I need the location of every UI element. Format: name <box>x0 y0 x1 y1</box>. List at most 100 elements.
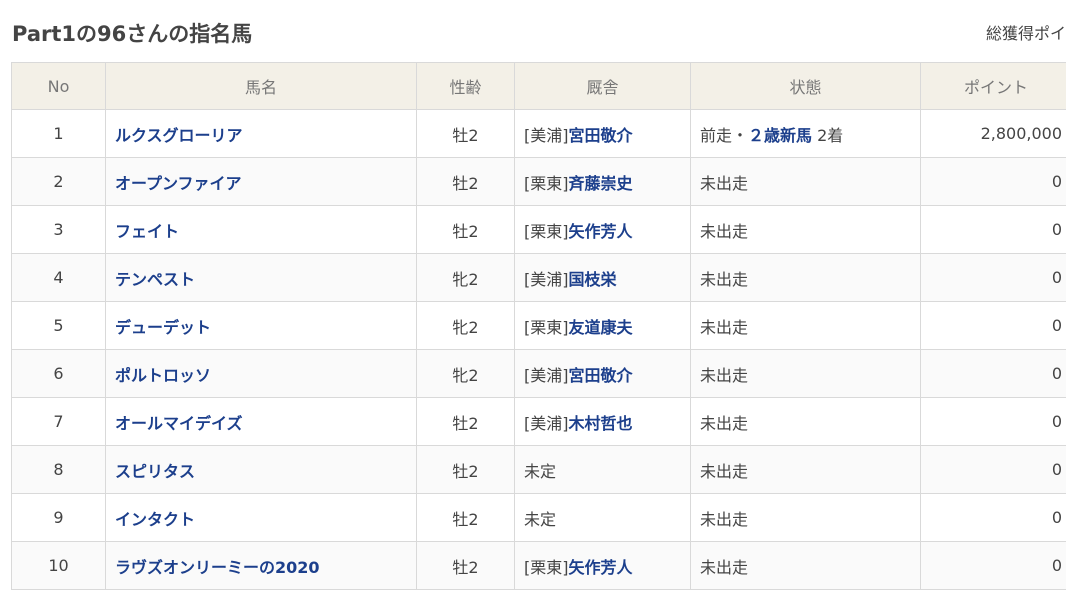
status-text: 未出走 <box>700 173 749 193</box>
cell-horse-name: フェイト <box>105 205 417 254</box>
stable-region: [栗東] <box>524 173 569 193</box>
table-row: 1 ルクスグローリア 牡2 [美浦]宮田敬介 前走・２歳新馬 2着 2,800,000 <box>11 109 1066 158</box>
horse-name-link[interactable]: ポルトロッソ <box>115 366 211 385</box>
cell-sex-age: 牡2 <box>416 397 515 446</box>
cell-no: 4 <box>11 253 106 302</box>
cell-status: 未出走 <box>690 445 921 494</box>
cell-sex-age: 牝2 <box>416 301 515 350</box>
table-row: 6 ポルトロッソ 牝2 [美浦]宮田敬介 未出走 0 <box>11 349 1066 398</box>
stable-region: [栗東] <box>524 557 569 577</box>
cell-stable: [美浦]木村哲也 <box>514 397 691 446</box>
cell-stable: [栗東]矢作芳人 <box>514 541 691 590</box>
status-text: 未出走 <box>700 269 749 289</box>
cell-points: 0 <box>920 301 1066 350</box>
cell-points: 0 <box>920 541 1066 590</box>
horse-name-link[interactable]: ラヴズオンリーミーの2020 <box>115 558 320 577</box>
cell-status: 未出走 <box>690 205 921 254</box>
cell-status: 未出走 <box>690 301 921 350</box>
cell-no: 8 <box>11 445 106 494</box>
cell-sex-age: 牡2 <box>416 109 515 158</box>
horse-name-link[interactable]: インタクト <box>115 510 195 529</box>
trainer-link[interactable]: 矢作芳人 <box>569 222 633 241</box>
horse-name-link[interactable]: スピリタス <box>115 462 195 481</box>
cell-stable: [栗東]斉藤崇史 <box>514 157 691 206</box>
cell-stable: [美浦]宮田敬介 <box>514 109 691 158</box>
column-header-horse-name: 馬名 <box>105 62 417 110</box>
trainer-link[interactable]: 友道康夫 <box>569 318 633 337</box>
cell-points: 0 <box>920 445 1066 494</box>
cell-horse-name: ラヴズオンリーミーの2020 <box>105 541 417 590</box>
cell-status: 未出走 <box>690 253 921 302</box>
cell-no: 6 <box>11 349 106 398</box>
status-text: 未出走 <box>700 317 749 337</box>
cell-horse-name: デューデット <box>105 301 417 350</box>
horse-name-link[interactable]: テンペスト <box>115 270 195 289</box>
table-body: 1 ルクスグローリア 牡2 [美浦]宮田敬介 前走・２歳新馬 2着 2,800,000 2 オ… <box>11 109 1066 590</box>
cell-points: 2,800,000 <box>920 109 1066 158</box>
cell-no: 2 <box>11 157 106 206</box>
cell-no: 3 <box>11 205 106 254</box>
table-row: 4 テンペスト 牝2 [美浦]国枝栄 未出走 0 <box>11 253 1066 302</box>
cell-horse-name: テンペスト <box>105 253 417 302</box>
cell-sex-age: 牡2 <box>416 541 515 590</box>
column-header-stable: 厩舎 <box>514 62 691 110</box>
cell-points: 0 <box>920 205 1066 254</box>
status-text: 未出走 <box>700 509 749 529</box>
table-row: 9 インタクト 牡2 未定 未出走 0 <box>11 493 1066 542</box>
cell-no: 7 <box>11 397 106 446</box>
cell-points: 0 <box>920 493 1066 542</box>
page-title: Part1の96さんの指名馬 <box>12 22 253 46</box>
column-header-status: 状態 <box>690 62 921 110</box>
cell-points: 0 <box>920 349 1066 398</box>
cell-stable: [美浦]宮田敬介 <box>514 349 691 398</box>
race-result: 2着 <box>812 125 844 145</box>
cell-sex-age: 牝2 <box>416 349 515 398</box>
cell-sex-age: 牝2 <box>416 253 515 302</box>
cell-stable: 未定 <box>514 445 691 494</box>
column-header-points: ポイント <box>920 62 1066 110</box>
column-header-sex-age: 性齢 <box>416 62 515 110</box>
trainer-link[interactable]: 木村哲也 <box>569 414 633 433</box>
cell-sex-age: 牡2 <box>416 445 515 494</box>
trainer-link[interactable]: 国枝栄 <box>569 270 617 289</box>
table-row: 5 デューデット 牝2 [栗東]友道康夫 未出走 0 <box>11 301 1066 350</box>
cell-status: 未出走 <box>690 541 921 590</box>
cell-no: 9 <box>11 493 106 542</box>
horse-name-link[interactable]: デューデット <box>115 318 211 337</box>
column-header-no: No <box>11 62 106 110</box>
cell-stable: [栗東]友道康夫 <box>514 301 691 350</box>
horse-table: No 馬名 性齢 厩舎 状態 ポイント 1 ルクスグローリア 牡2 [美浦]宮田敬介前… <box>11 62 1066 590</box>
horse-name-link[interactable]: オールマイデイズ <box>115 414 243 433</box>
cell-sex-age: 牡2 <box>416 493 515 542</box>
horse-name-link[interactable]: オープンファイア <box>115 174 242 193</box>
status-text: 未出走 <box>700 557 749 577</box>
horse-name-link[interactable]: ルクスグローリア <box>115 126 243 145</box>
cell-status: 前走・２歳新馬 2着 <box>690 109 921 158</box>
stable-region: [美浦] <box>524 413 569 433</box>
cell-status: 未出走 <box>690 157 921 206</box>
status-text: 未出走 <box>700 413 749 433</box>
trainer-link[interactable]: 矢作芳人 <box>569 558 633 577</box>
trainer-link[interactable]: 斉藤崇史 <box>569 174 633 193</box>
cell-status: 未出走 <box>690 397 921 446</box>
horse-name-link[interactable]: フェイト <box>115 222 179 241</box>
cell-sex-age: 牡2 <box>416 157 515 206</box>
trainer-link[interactable]: 宮田敬介 <box>569 366 633 385</box>
table-row: 3 フェイト 牡2 [栗東]矢作芳人 未出走 0 <box>11 205 1066 254</box>
stable-region: [美浦] <box>524 125 569 145</box>
stable-region: [栗東] <box>524 317 569 337</box>
trainer-link[interactable]: 宮田敬介 <box>569 126 633 145</box>
cell-horse-name: ルクスグローリア <box>105 109 417 158</box>
cell-status: 未出走 <box>690 349 921 398</box>
table-row: 10 ラヴズオンリーミーの2020 牡2 [栗東]矢作芳人 未出走 0 <box>11 541 1066 590</box>
status-text: 未出走 <box>700 461 749 481</box>
cell-stable: [美浦]国枝栄 <box>514 253 691 302</box>
stable-region: [栗東] <box>524 221 569 241</box>
cell-stable: [栗東]矢作芳人 <box>514 205 691 254</box>
cell-points: 0 <box>920 157 1066 206</box>
race-link[interactable]: ２歳新馬 <box>748 126 812 145</box>
status-text: 未出走 <box>700 365 749 385</box>
cell-no: 1 <box>11 109 106 158</box>
table-row: 8 スピリタス 牡2 未定 未出走 0 <box>11 445 1066 494</box>
table-header-row: No 馬名 性齢 厩舎 状態 ポイント <box>11 62 1066 110</box>
